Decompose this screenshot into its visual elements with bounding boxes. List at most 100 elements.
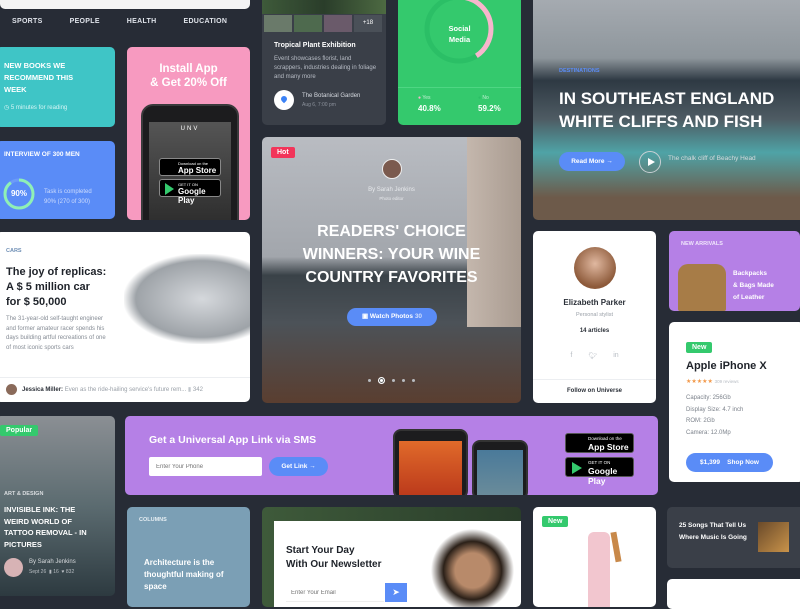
clock-icon: ◷ xyxy=(4,105,11,111)
newsletter-card: Start Your DayWith Our Newsletter ➤ xyxy=(262,507,521,607)
columns-tag: COLUMNS xyxy=(139,517,167,523)
social-links: f 🐦︎ in xyxy=(533,352,656,360)
watering-can-image xyxy=(588,532,610,607)
yes-value: 40.8% xyxy=(418,104,441,113)
plant-event-card[interactable]: +18 Tropical Plant Exhibition Event show… xyxy=(262,0,386,125)
send-button[interactable]: ➤ xyxy=(385,583,407,602)
cars-tag: CARS xyxy=(6,248,22,254)
profile-card[interactable]: Elizabeth Parker Personal stylist 14 art… xyxy=(533,231,656,403)
plant-place: The Botanical Garden xyxy=(302,93,361,99)
tattoo-tag: ART & DESIGN xyxy=(4,491,44,497)
video-caption: The chalk cliff of Beachy Head xyxy=(668,155,756,162)
get-link-button[interactable]: Get Link → xyxy=(269,457,328,476)
new-badge-2: New xyxy=(542,516,569,527)
social-media-card[interactable]: Social Media ● Yes 40.8% ● No 59.2% xyxy=(398,0,521,125)
email-input[interactable] xyxy=(286,585,384,602)
phone-mockup-2 xyxy=(472,440,528,495)
profile-role: Personal stylist xyxy=(576,312,613,318)
googleplay-badge[interactable]: GET IT ON Google Play xyxy=(159,179,221,205)
product-card-2[interactable]: New xyxy=(533,507,656,607)
tattoo-avatar[interactable] xyxy=(4,558,23,577)
appstore-badge[interactable]: Download on the App Store xyxy=(159,158,221,176)
carousel-dot[interactable] xyxy=(402,379,405,382)
phone-mockup: UNV Download on the App Store GET IT ON … xyxy=(141,104,239,220)
car-image xyxy=(124,254,250,344)
feature-card[interactable]: Hot By Sarah Jenkins Photo editor READER… xyxy=(262,137,521,403)
carousel-dots[interactable] xyxy=(262,377,521,384)
top-strip xyxy=(0,0,250,9)
feature-author: By Sarah Jenkins xyxy=(368,187,415,193)
heart-icon: ♥ xyxy=(61,569,65,575)
send-icon: ➤ xyxy=(392,587,400,597)
destination-card[interactable]: DESTINATIONS IN SOUTHEAST ENGLAND WHITE C… xyxy=(533,0,800,220)
backpack-image xyxy=(678,264,726,311)
arrivals-tag: NEW ARRIVALS xyxy=(681,241,723,247)
books-card[interactable]: NEW BOOKS WE RECOMMEND THIS WEEK ◷ 5 min… xyxy=(0,47,115,127)
shop-now-button[interactable]: $1,399 Shop Now xyxy=(686,453,773,472)
interview-title: INTERVIEW OF 300 MEN xyxy=(4,151,80,158)
new-arrivals-card[interactable]: NEW ARRIVALS Backpacks & Bags Made of Leat… xyxy=(669,231,800,311)
tattoo-title: INVISIBLE INK: THE WEIRD WORLD OF TATTOO… xyxy=(4,505,87,549)
author-avatar[interactable] xyxy=(382,159,402,179)
follow-button[interactable]: Follow on Universe xyxy=(533,388,656,394)
facebook-icon[interactable]: f xyxy=(570,352,572,360)
carousel-dot[interactable] xyxy=(378,377,385,384)
nav-item-people[interactable]: PEOPLE xyxy=(70,18,100,25)
iphone-product-card[interactable]: New Apple iPhone X ★★★★★ 309 reviews Cap… xyxy=(669,322,800,482)
sms-appstore-badge[interactable]: Download on the App Store xyxy=(565,433,634,453)
carousel-dot[interactable] xyxy=(392,379,395,382)
sms-title: Get a Universal App Link via SMS xyxy=(149,434,317,446)
jessica-avatar[interactable] xyxy=(6,384,17,395)
legend-no: ● No xyxy=(478,95,489,101)
carousel-dot[interactable] xyxy=(412,379,415,382)
carousel-dot[interactable] xyxy=(368,379,371,382)
cars-desc: The 31-year-old self-taught engineer and… xyxy=(6,316,106,351)
play-store-icon xyxy=(165,183,174,195)
plant-title: Tropical Plant Exhibition xyxy=(274,42,356,49)
linkedin-icon[interactable]: in xyxy=(613,352,618,360)
nav-item-education[interactable]: EDUCATION xyxy=(183,18,227,25)
sms-app-link-card: Get a Universal App Link via SMS Get Lin… xyxy=(125,416,658,495)
nav-item-sports[interactable]: SPORTS xyxy=(12,18,43,25)
sms-googleplay-badge[interactable]: GET IT ON Google Play xyxy=(565,457,634,486)
tattoo-meta: Sept 26 ▮ 16 ♥ 832 xyxy=(29,569,75,575)
new-badge: New xyxy=(686,342,713,353)
play-button[interactable] xyxy=(639,151,661,173)
nav-item-health[interactable]: HEALTH xyxy=(127,18,157,25)
phone-input[interactable] xyxy=(149,457,262,476)
photos-icon: ▣ xyxy=(361,313,369,320)
interview-card[interactable]: INTERVIEW OF 300 MEN 90% Task is complet… xyxy=(0,141,115,219)
twitter-icon[interactable]: 🐦︎ xyxy=(588,352,597,360)
rating: ★★★★★ 309 reviews xyxy=(686,379,739,385)
more-photos[interactable]: +18 xyxy=(354,15,382,32)
category-nav: SPORTS PEOPLE HEALTH EDUCATION xyxy=(12,18,227,25)
cars-article-card[interactable]: CARS The joy of replicas: A $ 5 million c… xyxy=(0,232,250,402)
destination-title: IN SOUTHEAST ENGLAND WHITE CLIFFS AND FIS… xyxy=(559,89,775,131)
iphone-specs: Capacity: 256Gb Display Size: 4.7 inch ROM… xyxy=(686,395,744,436)
social-divider xyxy=(398,87,521,88)
songs-card[interactable]: 25 Songs That Tell Us Where Music Is Goi… xyxy=(667,507,800,568)
install-app-card[interactable]: Install App & Get 20% Off UNV Download on… xyxy=(127,47,250,220)
books-meta: ◷ 5 minutes for reading xyxy=(4,105,68,111)
profile-avatar[interactable] xyxy=(574,247,616,289)
progress-value: 90% xyxy=(10,189,27,198)
phone-mockup-1 xyxy=(393,429,468,495)
read-more-button[interactable]: Read More → xyxy=(559,152,625,171)
tattoo-article-card[interactable]: Popular ART & DESIGN INVISIBLE INK: THE … xyxy=(0,416,115,596)
plant-thumbnails[interactable]: +18 xyxy=(264,15,382,32)
songs-title: 25 Songs That Tell Us Where Music Is Goi… xyxy=(679,522,747,541)
comment-icon: ▮ xyxy=(49,569,52,575)
cars-comment: Jessica Miller: Even as the ride-hailing… xyxy=(22,387,203,393)
books-title: NEW BOOKS WE RECOMMEND THIS WEEK xyxy=(4,61,74,94)
newsletter-title: Start Your Day With Our Newsletter xyxy=(286,545,382,570)
social-title: Social Media xyxy=(448,24,471,44)
profile-name: Elizabeth Parker xyxy=(563,298,626,307)
songs-thumbnail xyxy=(758,522,789,552)
legend-yes: ● Yes xyxy=(418,95,431,101)
columns-card[interactable]: COLUMNS Architecture is the thoughtful m… xyxy=(127,507,250,607)
watch-photos-button[interactable]: ▣ Watch Photos 30 xyxy=(347,308,437,326)
profile-articles: 14 articles xyxy=(579,328,610,334)
play-store-icon xyxy=(572,462,582,474)
feature-title: READERS' CHOICE WINNERS: YOUR WINE COUNTRY… xyxy=(302,223,481,286)
cars-footer-divider xyxy=(0,377,250,378)
